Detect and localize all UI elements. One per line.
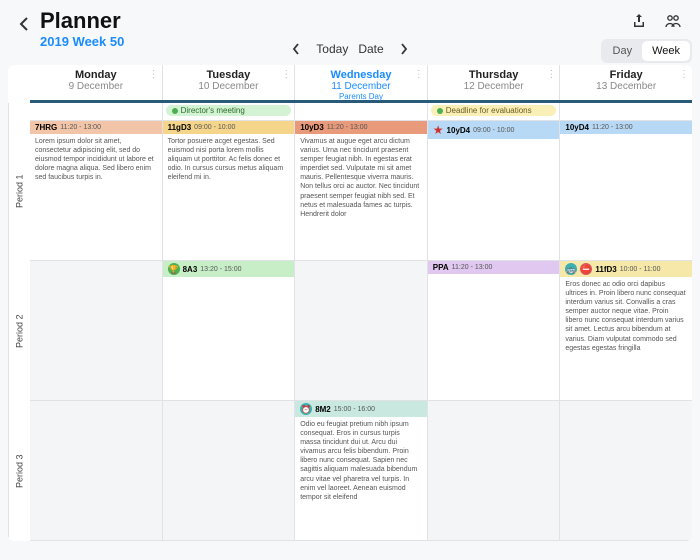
prev-arrow-icon[interactable] <box>286 39 306 59</box>
kebab-icon[interactable]: ⋮ <box>281 69 291 80</box>
banner-cell <box>295 103 428 121</box>
kebab-icon[interactable]: ⋮ <box>679 69 689 80</box>
calendar-cell[interactable]: 11gD309:00 - 10:00Tortor posuere acget e… <box>163 121 296 261</box>
banner-pill[interactable]: Deadline for evaluations <box>431 105 557 116</box>
calendar-cell[interactable] <box>30 401 163 541</box>
calendar-cell[interactable] <box>295 261 428 401</box>
star-icon: ★ <box>433 123 444 137</box>
back-button[interactable] <box>14 14 34 34</box>
banner-cell <box>30 103 163 121</box>
next-arrow-icon[interactable] <box>394 39 414 59</box>
banner-pill[interactable]: Director's meeting <box>166 105 292 116</box>
class-body: Odio eu feugiat pretium nibh ipsum conse… <box>295 417 427 505</box>
day-header[interactable]: Monday9 December⋮ <box>30 65 163 100</box>
period-label: Period 3 <box>8 401 30 541</box>
period-label: Period 2 <box>8 261 30 401</box>
calendar-cell[interactable]: 10yD411:20 - 13:00 <box>560 121 692 261</box>
class-header[interactable]: 🏆8A313:20 - 15:00 <box>163 261 295 277</box>
calendar-cell[interactable] <box>560 401 692 541</box>
kebab-icon[interactable]: ⋮ <box>414 69 424 80</box>
class-body: Tortor posuere acget egestas. Sed euismo… <box>163 134 295 185</box>
view-week-button[interactable]: Week <box>642 41 690 61</box>
class-body: Vivamus at augue eget arcu dictum varius… <box>295 134 427 222</box>
bus-icon: 🚌 <box>565 263 577 275</box>
view-day-button[interactable]: Day <box>603 41 643 61</box>
page-title: Planner <box>40 8 124 34</box>
class-header[interactable]: 11gD309:00 - 10:00 <box>163 121 295 134</box>
clock-icon: ⏰ <box>300 403 312 415</box>
dot-icon <box>437 108 443 114</box>
class-body: Lorem ipsum dolor sit amet, consectetur … <box>30 134 162 185</box>
class-header[interactable]: 7HRG11:20 - 13:00 <box>30 121 162 134</box>
trophy-icon: 🏆 <box>168 263 180 275</box>
class-header[interactable]: ⏰8M215:00 - 16:00 <box>295 401 427 417</box>
calendar-cell[interactable] <box>428 401 561 541</box>
period-label: Period 1 <box>8 121 30 261</box>
day-header[interactable]: Wednesday11 DecemberParents Day⋮ <box>295 65 428 100</box>
today-button[interactable]: Today <box>316 42 348 56</box>
class-body: Eros donec ac odio orci dapibus ultrices… <box>560 277 692 356</box>
banner-cell: Deadline for evaluations <box>428 103 561 121</box>
kebab-icon[interactable]: ⋮ <box>546 69 556 80</box>
banner-cell: Director's meeting <box>163 103 296 121</box>
calendar-cell[interactable]: 10yD311:20 - 13:00Vivamus at augue eget … <box>295 121 428 261</box>
banner-cell <box>560 103 692 121</box>
calendar-cell[interactable] <box>163 401 296 541</box>
date-button[interactable]: Date <box>358 42 383 56</box>
view-toggle: Day Week <box>601 39 692 63</box>
stop-icon: ⛔ <box>580 263 592 275</box>
day-header[interactable]: Thursday12 December⋮ <box>428 65 561 100</box>
class-header[interactable]: PPA11:20 - 13:00 <box>428 261 560 274</box>
class-header[interactable]: 🚌⛔11fD310:00 - 11:00 <box>560 261 692 277</box>
calendar-cell[interactable] <box>30 261 163 401</box>
calendar-cell[interactable]: 7HRG11:20 - 13:00Lorem ipsum dolor sit a… <box>30 121 163 261</box>
users-icon[interactable] <box>660 8 686 34</box>
day-header[interactable]: Tuesday10 December⋮ <box>163 65 296 100</box>
class-header[interactable]: ★10yD409:00 - 10:00 <box>428 121 560 139</box>
dot-icon <box>172 108 178 114</box>
class-header[interactable]: 10yD411:20 - 13:00 <box>560 121 692 134</box>
kebab-icon[interactable]: ⋮ <box>149 69 159 80</box>
day-header[interactable]: Friday13 December⋮ <box>560 65 692 100</box>
calendar-cell[interactable]: 🚌⛔11fD310:00 - 11:00Eros donec ac odio o… <box>560 261 692 401</box>
calendar-cell[interactable]: PPA11:20 - 13:00 <box>428 261 561 401</box>
calendar-cell[interactable]: ⏰8M215:00 - 16:00Odio eu feugiat pretium… <box>295 401 428 541</box>
calendar-cell[interactable]: ★10yD409:00 - 10:00 <box>428 121 561 261</box>
share-icon[interactable] <box>626 8 652 34</box>
calendar-cell[interactable]: 🏆8A313:20 - 15:00 <box>163 261 296 401</box>
class-header[interactable]: 10yD311:20 - 13:00 <box>295 121 427 134</box>
